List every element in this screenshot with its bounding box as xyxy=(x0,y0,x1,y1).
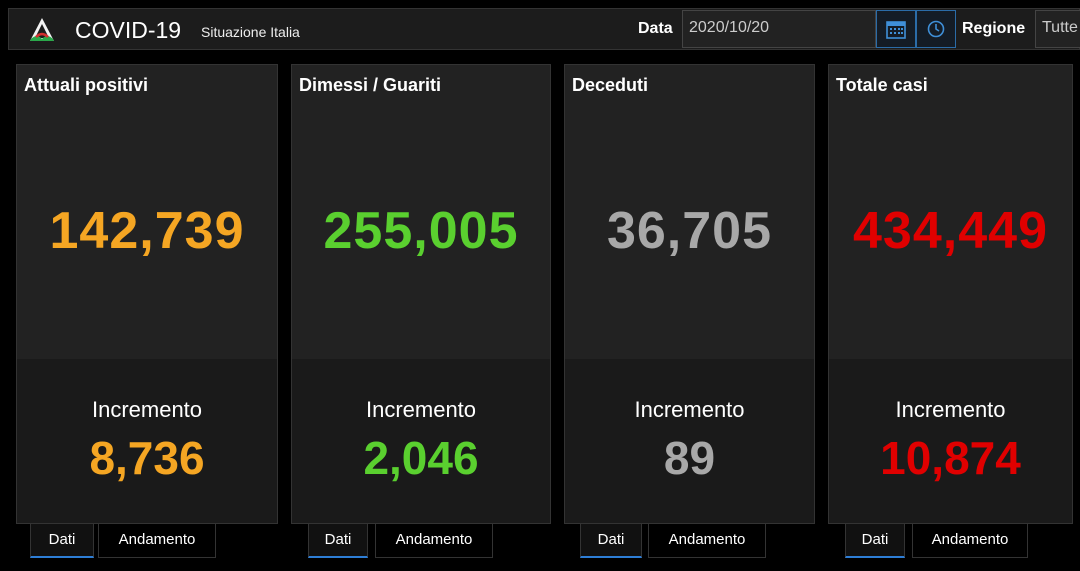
card-increment-panel: Incremento 8,736 xyxy=(17,359,277,523)
region-select[interactable]: Tutte xyxy=(1035,10,1080,48)
increment-label: Incremento xyxy=(91,397,203,422)
card-value: 255,005 xyxy=(323,202,519,260)
tab-andamento[interactable]: Andamento xyxy=(98,524,216,558)
card-deceduti: Deceduti 36,705 Incremento 89 xyxy=(564,64,815,524)
tab-dati[interactable]: Dati xyxy=(845,524,905,558)
card-value: 434,449 xyxy=(853,202,1048,260)
increment-value: 10,874 xyxy=(880,432,1021,484)
tab-andamento[interactable]: Andamento xyxy=(648,524,766,558)
card-increment-panel: Incremento 89 xyxy=(565,359,814,523)
increment-value: 89 xyxy=(663,432,716,484)
card-dimessi-guariti: Dimessi / Guariti 255,005 Incremento 2,0… xyxy=(291,64,551,524)
tab-andamento[interactable]: Andamento xyxy=(375,524,493,558)
date-label: Data xyxy=(638,20,673,37)
tab-dati[interactable]: Dati xyxy=(30,524,94,558)
time-button[interactable] xyxy=(916,10,956,48)
app-subtitle: Situazione Italia xyxy=(201,24,300,40)
increment-label: Incremento xyxy=(895,397,1006,422)
card-title: Dimessi / Guariti xyxy=(299,75,442,95)
card-increment-panel: Incremento 2,046 xyxy=(292,359,550,523)
card-value: 142,739 xyxy=(49,202,245,260)
card-increment-panel: Incremento 10,874 xyxy=(829,359,1072,523)
card-value: 36,705 xyxy=(606,202,773,260)
increment-value: 2,046 xyxy=(363,432,479,484)
card-main-panel: Dimessi / Guariti 255,005 xyxy=(292,65,550,359)
card-main-panel: Deceduti 36,705 xyxy=(565,65,814,359)
increment-label: Incremento xyxy=(634,397,745,422)
app-title: COVID-19 xyxy=(75,17,182,43)
calendar-icon xyxy=(886,21,906,39)
tab-dati[interactable]: Dati xyxy=(308,524,368,558)
card-main-panel: Attuali positivi 142,739 xyxy=(17,65,277,359)
tab-andamento[interactable]: Andamento xyxy=(912,524,1028,558)
protezione-civile-logo xyxy=(30,18,54,41)
tab-dati[interactable]: Dati xyxy=(580,524,642,558)
card-totale-casi: Totale casi 434,449 Incremento 10,874 xyxy=(828,64,1073,524)
card-attuali-positivi: Attuali positivi 142,739 Incremento 8,73… xyxy=(16,64,278,524)
region-label: Regione xyxy=(962,20,1026,37)
calendar-button[interactable] xyxy=(876,10,916,48)
card-title: Totale casi xyxy=(836,75,928,95)
increment-value: 8,736 xyxy=(89,432,205,484)
increment-label: Incremento xyxy=(365,397,477,422)
date-field[interactable]: 2020/10/20 xyxy=(682,10,876,48)
card-title: Attuali positivi xyxy=(24,75,149,95)
app-header: COVID-19 Situazione Italia Data 2020/10/… xyxy=(8,8,1080,50)
card-title: Deceduti xyxy=(572,75,649,95)
clock-icon xyxy=(927,20,945,38)
card-main-panel: Totale casi 434,449 xyxy=(829,65,1072,359)
